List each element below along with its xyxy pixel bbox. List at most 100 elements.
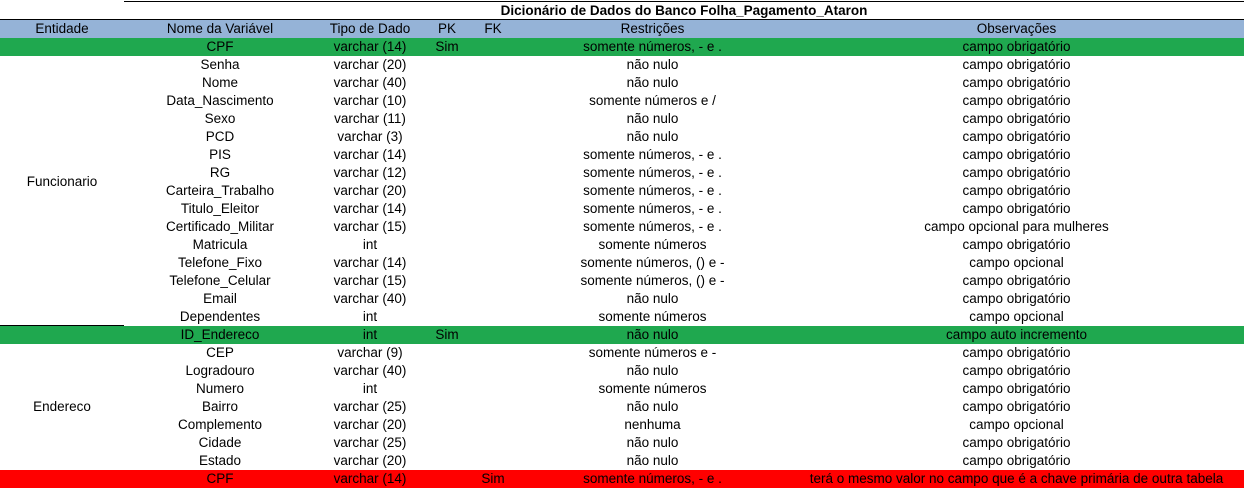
fk-cell bbox=[470, 398, 516, 416]
table-row: CPF varchar (14) Sim somente números, - e .… bbox=[0, 470, 1244, 488]
data-type-cell: varchar (20) bbox=[333, 183, 407, 198]
pk-cell bbox=[424, 146, 470, 164]
variable-name-cell: CPF bbox=[206, 39, 234, 54]
pk-cell: Sim bbox=[435, 327, 459, 342]
fk-cell bbox=[470, 74, 516, 92]
observation-cell: campo obrigatório bbox=[962, 381, 1071, 396]
restriction-cell: não nulo bbox=[626, 453, 679, 468]
variable-name-cell: Estado bbox=[198, 453, 242, 468]
restriction-cell: não nulo bbox=[626, 75, 679, 90]
pk-cell bbox=[424, 452, 470, 470]
pk-cell bbox=[424, 128, 470, 146]
data-type-cell: varchar (20) bbox=[333, 417, 407, 432]
restriction-cell: somente números, - e . bbox=[583, 39, 722, 54]
variable-name-cell: PIS bbox=[209, 147, 231, 162]
restriction-cell: não nulo bbox=[626, 129, 679, 144]
pk-cell bbox=[424, 380, 470, 398]
pk-cell bbox=[424, 290, 470, 308]
pk-cell bbox=[424, 236, 470, 254]
table-row: Nome varchar (40) não nulo campo obrigatóri… bbox=[0, 74, 1244, 92]
variable-name-cell: Matricula bbox=[192, 237, 248, 252]
data-type-cell: varchar (15) bbox=[333, 273, 407, 288]
table-row: Numero int somente números campo obrigatóri… bbox=[0, 380, 1244, 398]
variable-name-cell: Cidade bbox=[198, 435, 242, 450]
variable-name-cell: Email bbox=[203, 291, 237, 306]
variable-name-cell: Certificado_Militar bbox=[165, 219, 275, 234]
pk-cell bbox=[424, 74, 470, 92]
table-row: Certificado_Militar varchar (15) somente n… bbox=[0, 218, 1244, 236]
restriction-cell: não nulo bbox=[626, 327, 679, 342]
pk-cell bbox=[424, 434, 470, 452]
pk-cell bbox=[424, 272, 470, 290]
observation-cell: campo obrigatório bbox=[962, 147, 1071, 162]
pk-cell: Sim bbox=[435, 39, 459, 54]
restriction-cell: não nulo bbox=[626, 291, 679, 306]
table-row: Telefone_Celular varchar (15) somente núme… bbox=[0, 272, 1244, 290]
restriction-cell: somente números e / bbox=[589, 93, 716, 108]
data-type-cell: varchar (20) bbox=[333, 57, 407, 72]
observation-cell: campo obrigatório bbox=[962, 129, 1071, 144]
fk-cell bbox=[470, 164, 516, 182]
restriction-cell: somente números, - e . bbox=[583, 219, 722, 234]
header-observacoes: Observações bbox=[976, 21, 1057, 36]
pk-cell bbox=[424, 344, 470, 362]
data-type-cell: varchar (14) bbox=[333, 255, 407, 270]
observation-cell: campo obrigatório bbox=[962, 111, 1071, 126]
observation-cell: campo obrigatório bbox=[962, 291, 1071, 306]
data-type-cell: varchar (14) bbox=[333, 39, 407, 54]
data-type-cell: varchar (15) bbox=[333, 219, 407, 234]
fk-cell bbox=[470, 110, 516, 128]
fk-cell bbox=[470, 344, 516, 362]
table-row: Data_Nascimento varchar (10) somente númer… bbox=[0, 92, 1244, 110]
data-type-cell: varchar (20) bbox=[333, 453, 407, 468]
header-nome: Nome da Variável bbox=[166, 21, 274, 36]
entity-separator bbox=[0, 325, 124, 326]
table-row: Dependentes int somente números campo opcio… bbox=[0, 308, 1244, 326]
pk-cell bbox=[424, 398, 470, 416]
variable-name-cell: Numero bbox=[195, 381, 244, 396]
variable-name-cell: CPF bbox=[206, 471, 234, 486]
fk-cell bbox=[470, 236, 516, 254]
observation-cell: campo opcional bbox=[969, 309, 1064, 324]
restriction-cell: somente números, - e . bbox=[583, 165, 722, 180]
data-type-cell: varchar (3) bbox=[337, 129, 403, 144]
observation-cell: campo opcional para mulheres bbox=[924, 219, 1109, 234]
observation-cell: campo obrigatório bbox=[962, 273, 1071, 288]
restriction-cell: somente números, - e . bbox=[583, 471, 722, 486]
variable-name-cell: Nome bbox=[201, 75, 238, 90]
fk-cell bbox=[470, 380, 516, 398]
table-row: Estado varchar (20) não nulo campo obrigató… bbox=[0, 452, 1244, 470]
fk-cell bbox=[470, 200, 516, 218]
fk-cell bbox=[470, 416, 516, 434]
restriction-cell: não nulo bbox=[626, 111, 679, 126]
variable-name-cell: ID_Endereco bbox=[180, 327, 260, 342]
data-type-cell: varchar (14) bbox=[333, 201, 407, 216]
data-type-cell: int bbox=[362, 381, 378, 396]
table-row: Telefone_Fixo varchar (14) somente números… bbox=[0, 254, 1244, 272]
header-fk: FK bbox=[484, 21, 502, 36]
fk-cell bbox=[470, 92, 516, 110]
observation-cell: campo obrigatório bbox=[962, 453, 1071, 468]
restriction-cell: somente números, - e . bbox=[583, 183, 722, 198]
table-row: PIS varchar (14) somente números, - e . cam… bbox=[0, 146, 1244, 164]
table-row: Carteira_Trabalho varchar (20) somente núm… bbox=[0, 182, 1244, 200]
pk-cell bbox=[424, 416, 470, 434]
pk-cell bbox=[424, 164, 470, 182]
restriction-cell: não nulo bbox=[626, 435, 679, 450]
table-row: Sexo varchar (11) não nulo campo obrigatóri… bbox=[0, 110, 1244, 128]
restriction-cell: somente números bbox=[598, 381, 707, 396]
fk-cell bbox=[470, 272, 516, 290]
variable-name-cell: Titulo_Eleitor bbox=[180, 201, 260, 216]
observation-cell: campo obrigatório bbox=[962, 165, 1071, 180]
restriction-cell: somente números, () e - bbox=[580, 255, 725, 270]
restriction-cell: não nulo bbox=[626, 399, 679, 414]
variable-name-cell: Senha bbox=[200, 57, 240, 72]
observation-cell: campo obrigatório bbox=[962, 183, 1071, 198]
header-tipo: Tipo de Dado bbox=[329, 21, 411, 36]
header-pk: PK bbox=[437, 21, 456, 36]
entity-name: Funcionario bbox=[26, 174, 98, 189]
table-row: CEP varchar (9) somente números e - campo o… bbox=[0, 344, 1244, 362]
table-row: ID_Endereco int Sim não nulo campo auto incr… bbox=[0, 326, 1244, 344]
fk-cell bbox=[470, 326, 516, 344]
observation-cell: campo obrigatório bbox=[962, 201, 1071, 216]
